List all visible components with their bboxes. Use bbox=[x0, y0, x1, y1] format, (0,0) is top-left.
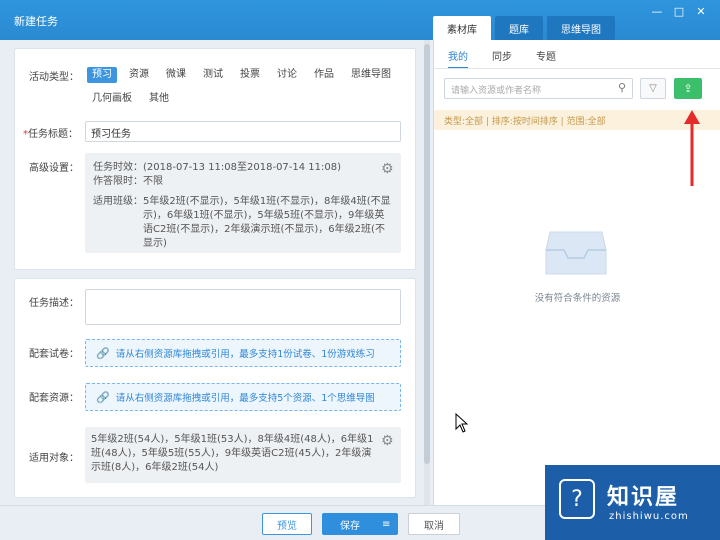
save-button[interactable]: 保存 ≡ bbox=[322, 513, 398, 535]
task-form: 活动类型： 预习 资源 微课 测试 投票 讨论 作品 思维导图 几何画板 其他 … bbox=[0, 40, 430, 505]
classes-label: 适用班级： bbox=[93, 196, 143, 207]
mouse-cursor-icon bbox=[455, 412, 469, 436]
activity-type-row-2: 几何画板 其他 bbox=[87, 91, 181, 107]
empty-text: 没有符合条件的资源 bbox=[534, 293, 621, 304]
resource-hint: 请从右侧资源库拖拽或引用，最多支持5个资源、1个思维导图 bbox=[115, 393, 375, 404]
gear-icon[interactable]: ⚙ bbox=[381, 433, 394, 449]
classes-row: 适用班级： 5年级2班(不显示)，5年级1班(不显示)，8年级4班(不显示)，6… bbox=[93, 195, 393, 251]
window-controls: — □ ✕ bbox=[646, 4, 712, 20]
activity-type-row-1: 预习 资源 微课 测试 投票 讨论 作品 思维导图 bbox=[87, 67, 403, 83]
classes-text: 5年级2班(不显示)，5年级1班(不显示)，8年级4班(不显示)，6年级1班(不… bbox=[143, 196, 391, 249]
paper-label: 配套试卷： bbox=[29, 349, 79, 360]
resource-dropzone[interactable]: 🔗 请从右侧资源库拖拽或引用，最多支持5个资源、1个思维导图 bbox=[85, 383, 401, 411]
advanced-settings-label: 高级设置： bbox=[29, 163, 79, 174]
type-vote[interactable]: 投票 bbox=[235, 67, 265, 83]
task-time-text: 任务时效：(2018-07-13 11:08至2018-07-14 11:08) bbox=[93, 162, 342, 173]
filter-button[interactable]: ▽ bbox=[640, 78, 666, 99]
subtab-topic[interactable]: 专题 bbox=[536, 48, 556, 69]
resource-label: 配套资源： bbox=[29, 393, 79, 404]
subtab-mine[interactable]: 我的 bbox=[448, 48, 468, 69]
tab-material-library[interactable]: 素材库 bbox=[433, 16, 491, 40]
task-title-label-text: 任务标题： bbox=[28, 129, 78, 140]
task-title-input[interactable]: 预习任务 bbox=[85, 121, 401, 142]
type-mind-map[interactable]: 思维导图 bbox=[346, 67, 396, 83]
description-input[interactable] bbox=[85, 289, 401, 325]
close-button[interactable]: ✕ bbox=[690, 4, 712, 20]
type-other[interactable]: 其他 bbox=[144, 91, 174, 107]
arrow-up-icon bbox=[684, 110, 700, 191]
task-title-label: *任务标题： bbox=[23, 125, 78, 140]
type-test[interactable]: 测试 bbox=[198, 67, 228, 83]
filter-info-bar: 类型:全部 | 排序:按时间排序 | 范围:全部 bbox=[434, 110, 720, 130]
upload-icon: ⇪ bbox=[683, 82, 693, 95]
type-discussion[interactable]: 讨论 bbox=[272, 67, 302, 83]
description-label: 任务描述： bbox=[29, 298, 79, 309]
gear-icon[interactable]: ⚙ bbox=[381, 161, 394, 177]
svg-text:?: ? bbox=[571, 487, 583, 512]
upload-button[interactable]: ⇪ bbox=[674, 78, 702, 99]
target-label: 适用对象： bbox=[29, 453, 79, 464]
filter-icon: ▽ bbox=[649, 83, 657, 94]
task-details-card: 任务描述： 配套试卷： 🔗 请从右侧资源库拖拽或引用，最多支持1份试卷、1份游戏… bbox=[14, 278, 416, 498]
preview-button[interactable]: 预览 bbox=[262, 513, 312, 535]
subtab-sync[interactable]: 同步 bbox=[492, 48, 512, 69]
tab-question-bank[interactable]: 题库 bbox=[495, 16, 543, 40]
paper-hint: 请从右侧资源库拖拽或引用，最多支持1份试卷、1份游戏练习 bbox=[115, 349, 375, 360]
type-microlesson[interactable]: 微课 bbox=[161, 67, 191, 83]
tab-mind-map[interactable]: 思维导图 bbox=[547, 16, 615, 40]
logo-text-en: zhishiwu.com bbox=[609, 511, 689, 522]
resource-tabs: 素材库 题库 思维导图 bbox=[433, 16, 619, 40]
link-icon: 🔗 bbox=[96, 390, 110, 404]
maximize-button[interactable]: □ bbox=[668, 4, 690, 20]
logo-icon: ? bbox=[559, 479, 595, 519]
type-preview[interactable]: 预习 bbox=[87, 67, 117, 83]
time-limit-text: 作答限时：不限 bbox=[93, 176, 163, 187]
task-basic-card: 活动类型： 预习 资源 微课 测试 投票 讨论 作品 思维导图 几何画板 其他 … bbox=[14, 48, 416, 270]
resource-subtabs: 我的 同步 专题 bbox=[448, 48, 580, 69]
search-icon[interactable]: ⚲ bbox=[618, 81, 626, 94]
paper-dropzone[interactable]: 🔗 请从右侧资源库拖拽或引用，最多支持1份试卷、1份游戏练习 bbox=[85, 339, 401, 367]
left-scrollbar[interactable] bbox=[424, 40, 430, 505]
site-logo: ? 知识屋 zhishiwu.com bbox=[545, 465, 720, 540]
search-placeholder: 请输入资源或作者名称 bbox=[451, 86, 542, 96]
window-title: 新建任务 bbox=[14, 15, 58, 28]
save-label: 保存 bbox=[340, 520, 360, 532]
minimize-button[interactable]: — bbox=[646, 4, 668, 20]
logo-text-cn: 知识屋 bbox=[607, 485, 680, 510]
save-menu-icon[interactable]: ≡ bbox=[382, 519, 390, 530]
cancel-button[interactable]: 取消 bbox=[408, 513, 460, 535]
advanced-settings-box: 任务时效：(2018-07-13 11:08至2018-07-14 11:08)… bbox=[85, 153, 401, 253]
activity-type-label: 活动类型： bbox=[29, 72, 79, 83]
type-geometry[interactable]: 几何画板 bbox=[87, 91, 137, 107]
title-bar: 新建任务 素材库 题库 思维导图 — □ ✕ bbox=[0, 0, 720, 40]
divider bbox=[434, 68, 720, 69]
target-box: 5年级2班(54人)，5年级1班(53人)，8年级4班(48人)，6年级1班(4… bbox=[85, 427, 401, 483]
empty-inbox-icon bbox=[544, 230, 608, 279]
resource-panel: 我的 同步 专题 请输入资源或作者名称 ⚲ ▽ ⇪ 类型:全部 | 排序:按时间… bbox=[433, 40, 720, 505]
left-scrollbar-thumb[interactable] bbox=[424, 44, 430, 464]
link-icon: 🔗 bbox=[96, 346, 110, 360]
type-resource[interactable]: 资源 bbox=[124, 67, 154, 83]
resource-search-input[interactable]: 请输入资源或作者名称 ⚲ bbox=[444, 78, 633, 99]
type-work[interactable]: 作品 bbox=[309, 67, 339, 83]
